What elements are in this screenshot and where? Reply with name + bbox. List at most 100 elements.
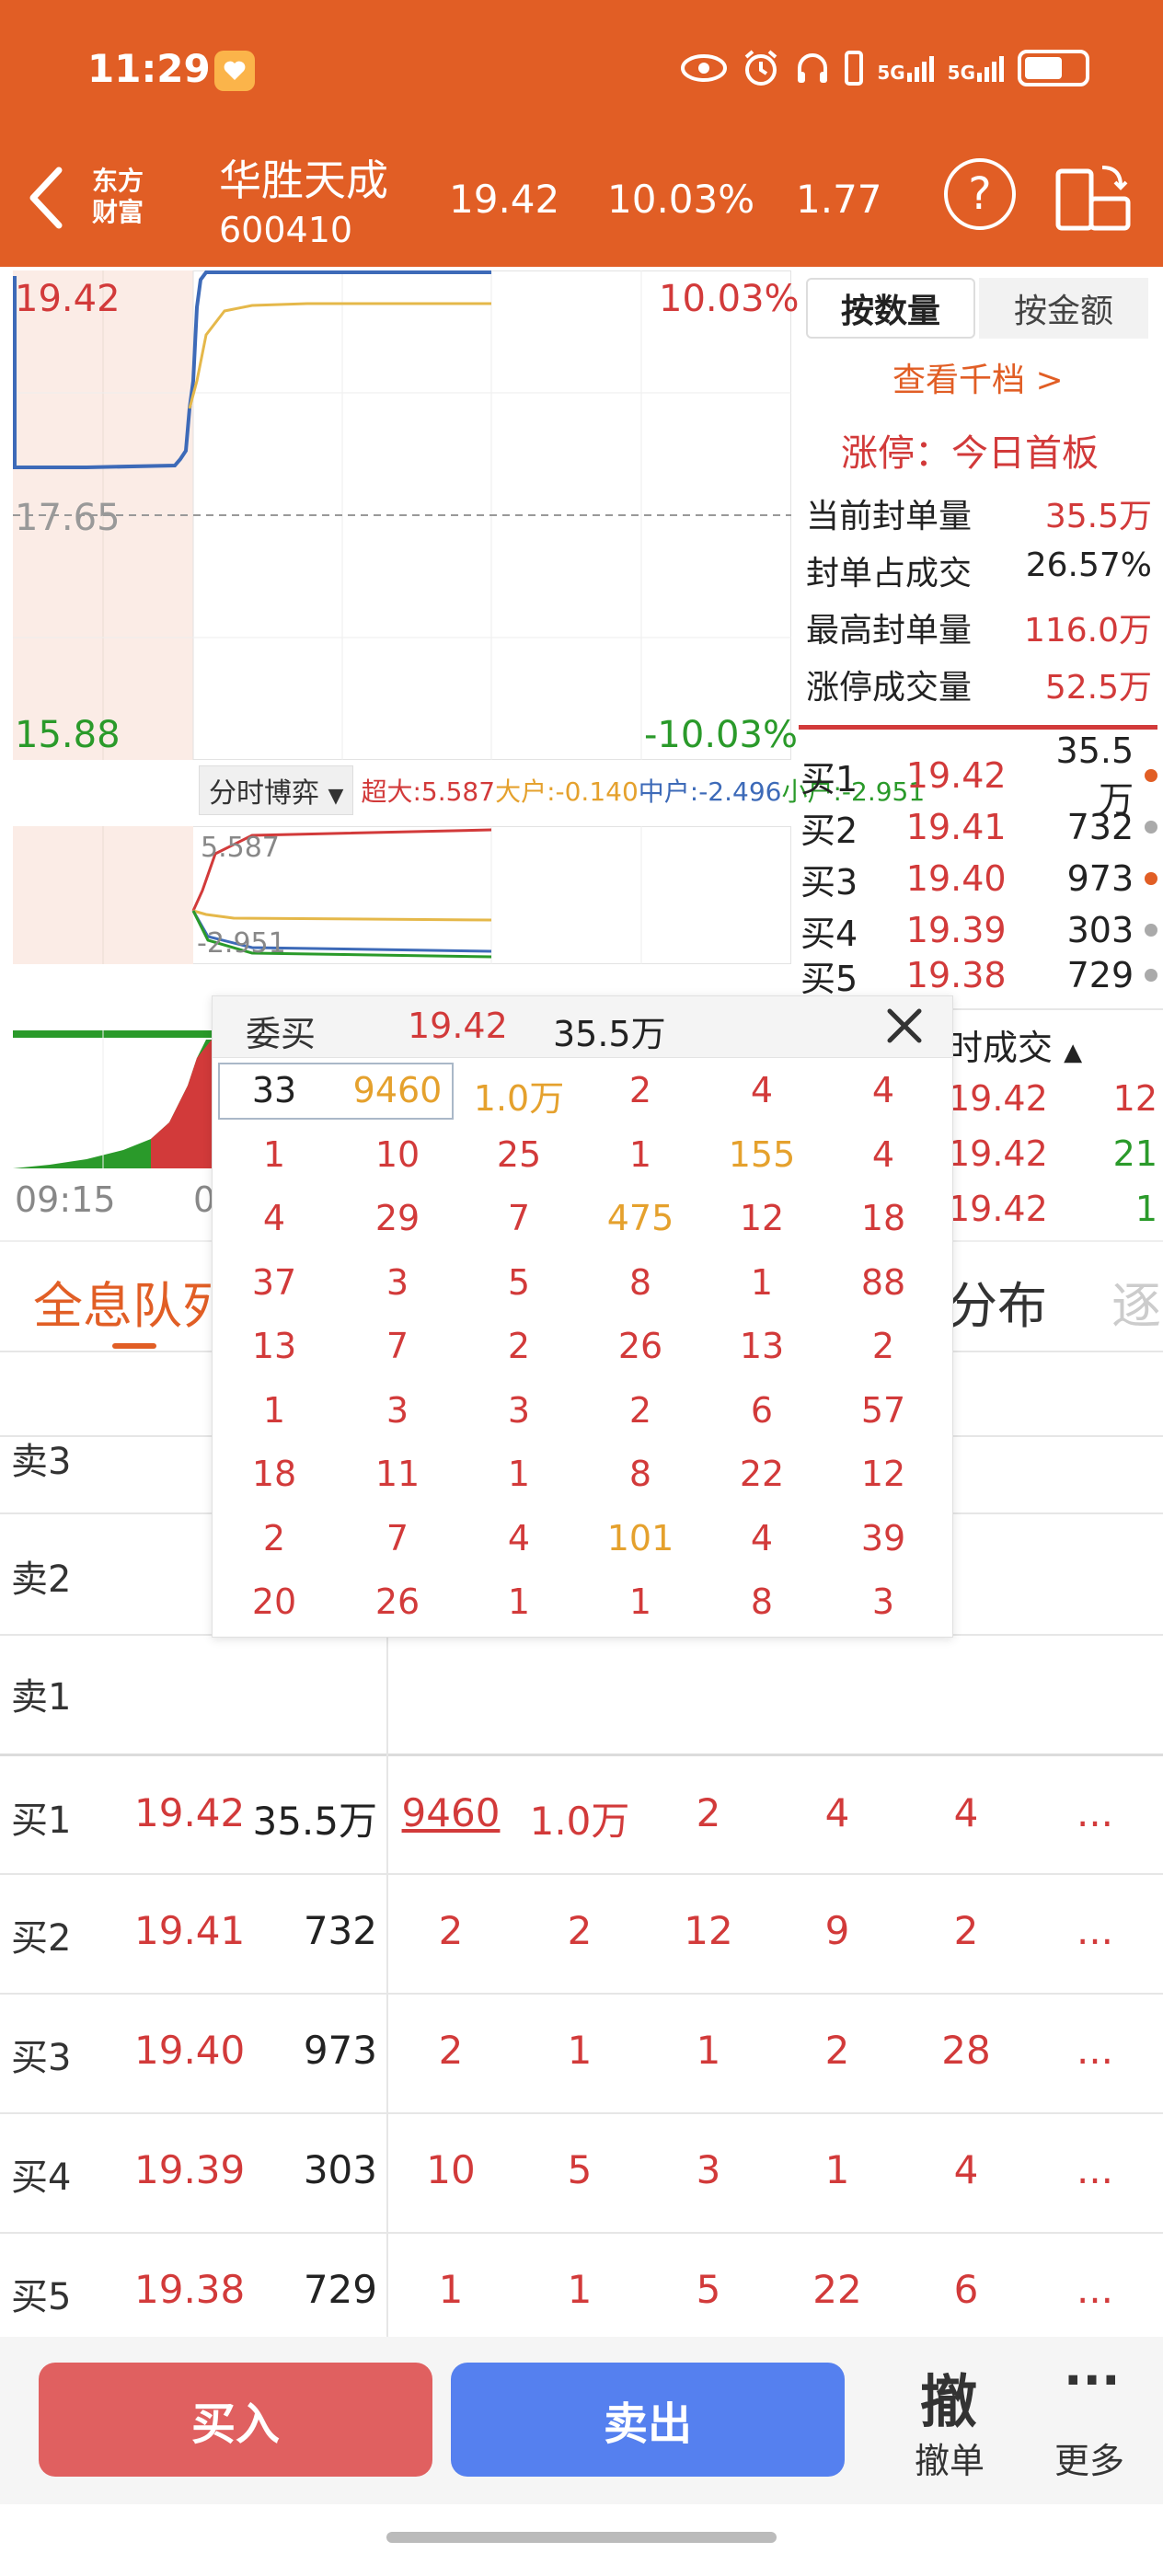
popup-cell[interactable]: 33 [214,1070,334,1110]
back-button[interactable] [24,161,70,235]
queue-more[interactable]: ... [1031,1908,1159,1953]
popup-cell[interactable]: 4 [459,1518,579,1558]
queue-cell[interactable]: 28 [902,2028,1031,2073]
more-icon[interactable]: ··· [1064,2352,1121,2409]
queue-cell[interactable]: 22 [773,2267,902,2312]
popup-cell[interactable]: 2 [459,1326,579,1366]
queue-row[interactable]: 买4 19.39 303 10 5 3 1 4 ... [0,2114,1163,2232]
queue-cell[interactable]: 5 [515,2147,644,2192]
queue-cell[interactable]: 10 [386,2147,515,2192]
queue-more[interactable]: ... [1031,2028,1159,2073]
queue-cell[interactable]: 9460 [386,1790,515,1835]
queue-cell[interactable]: 1 [515,2267,644,2312]
queue-cell[interactable]: 2 [386,2028,515,2073]
view-thousand-levels-link[interactable]: 查看千档 > [892,353,1064,401]
tab-full-queue[interactable]: 全息队列 [33,1265,232,1338]
popup-cell[interactable]: 26 [338,1581,457,1622]
tab-distribution[interactable]: 分布 [948,1265,1047,1338]
popup-cell[interactable]: 1 [459,1454,579,1494]
queue-cell[interactable]: 5 [644,2267,773,2312]
queue-cell[interactable]: 1 [515,2028,644,2073]
queue-cell[interactable]: 6 [902,2267,1031,2312]
volume-chart[interactable] [13,1030,212,1168]
home-indicator[interactable] [386,2532,777,2543]
more-button[interactable]: 更多 [1054,2432,1124,2483]
intraday-price-chart[interactable] [13,270,791,760]
queue-row[interactable]: 买5 19.38 729 1 1 5 22 6 ... [0,2234,1163,2335]
popup-cell[interactable]: 7 [338,1326,457,1366]
popup-cell[interactable]: 1 [702,1262,822,1303]
queue-more[interactable]: ... [1031,2267,1159,2312]
popup-cell[interactable]: 2 [214,1518,334,1558]
popup-cell[interactable]: 10 [338,1134,457,1175]
popup-cell[interactable]: 9460 [338,1070,457,1110]
queue-cell[interactable]: 1 [386,2267,515,2312]
popup-cell[interactable]: 57 [823,1390,943,1431]
popup-cell[interactable]: 39 [823,1518,943,1558]
close-icon[interactable] [879,1000,930,1052]
buy-button[interactable]: 买入 [39,2363,432,2477]
popup-cell[interactable]: 13 [702,1326,822,1366]
orderbook-row[interactable]: 买5 19.38 729 [800,957,1157,994]
popup-cell[interactable]: 12 [823,1454,943,1494]
popup-cell[interactable]: 2 [581,1070,700,1110]
queue-row[interactable]: 买1 19.42 35.5万 9460 1.0万 2 4 4 ... [0,1757,1163,1875]
popup-cell[interactable]: 18 [823,1198,943,1238]
popup-cell[interactable]: 1 [581,1134,700,1175]
popup-cell[interactable]: 18 [214,1454,334,1494]
popup-cell[interactable]: 4 [214,1198,334,1238]
popup-cell[interactable]: 4 [702,1070,822,1110]
popup-cell[interactable]: 4 [823,1134,943,1175]
help-button[interactable]: ? [944,158,1016,230]
popup-cell[interactable]: 11 [338,1454,457,1494]
queue-cell[interactable]: 2 [386,1908,515,1953]
queue-cell[interactable]: 2 [773,2028,902,2073]
popup-cell[interactable]: 25 [459,1134,579,1175]
popup-cell[interactable]: 5 [459,1262,579,1303]
popup-cell[interactable]: 8 [581,1262,700,1303]
popup-cell[interactable]: 12 [702,1198,822,1238]
popup-cell[interactable]: 20 [214,1581,334,1622]
popup-cell[interactable]: 3 [338,1390,457,1431]
popup-cell[interactable]: 1 [214,1134,334,1175]
orderbook-row[interactable]: 买1 19.42 35.5万 [800,730,1158,820]
popup-cell[interactable]: 1 [214,1390,334,1431]
orderbook-row[interactable]: 买2 19.41 732 [800,802,1158,852]
popup-cell[interactable]: 3 [823,1581,943,1622]
queue-row[interactable]: 买3 19.40 973 2 1 1 2 28 ... [0,1995,1163,2112]
queue-cell[interactable]: 3 [644,2147,773,2192]
popup-cell[interactable]: 8 [702,1581,822,1622]
landscape-toggle-icon[interactable] [1054,162,1132,232]
popup-cell[interactable]: 3 [338,1262,457,1303]
popup-cell[interactable]: 29 [338,1198,457,1238]
popup-cell[interactable]: 37 [214,1262,334,1303]
tab-each[interactable]: 逐 [1111,1265,1161,1338]
orderbook-row[interactable]: 买4 19.39 303 [800,905,1158,955]
popup-cell[interactable]: 4 [702,1518,822,1558]
popup-cell[interactable]: 22 [702,1454,822,1494]
orderbook-row[interactable]: 买3 19.40 973 [800,854,1158,903]
popup-cell[interactable]: 4 [823,1070,943,1110]
popup-cell[interactable]: 8 [581,1454,700,1494]
popup-cell[interactable]: 88 [823,1262,943,1303]
popup-cell[interactable]: 7 [338,1518,457,1558]
ticks-title[interactable]: 时成交 ▲ [948,1019,1082,1070]
bid-queue-popup[interactable]: 委买 19.42 35.5万 33 9460 1.0万 2 4 4 1 10 25 1 155 4 4 2… [212,995,953,1638]
tab-by-quantity[interactable]: 按数量 [806,278,975,339]
queue-cell[interactable]: 4 [773,1790,902,1835]
popup-cell[interactable]: 1 [581,1581,700,1622]
queue-cell[interactable]: 12 [644,1908,773,1953]
sell-button[interactable]: 卖出 [451,2363,845,2477]
queue-cell[interactable]: 9 [773,1908,902,1953]
queue-row[interactable]: 买2 19.41 732 2 2 12 9 2 ... [0,1875,1163,1993]
popup-cell[interactable]: 1 [459,1581,579,1622]
popup-cell[interactable]: 475 [581,1198,700,1238]
queue-cell[interactable]: 4 [902,1790,1031,1835]
popup-cell[interactable]: 3 [459,1390,579,1431]
popup-cell[interactable]: 6 [702,1390,822,1431]
popup-cell[interactable]: 101 [581,1518,700,1558]
queue-cell[interactable]: 1.0万 [515,1790,644,1846]
popup-cell[interactable]: 2 [823,1326,943,1366]
popup-cell[interactable]: 13 [214,1326,334,1366]
popup-cell[interactable]: 155 [702,1134,822,1175]
